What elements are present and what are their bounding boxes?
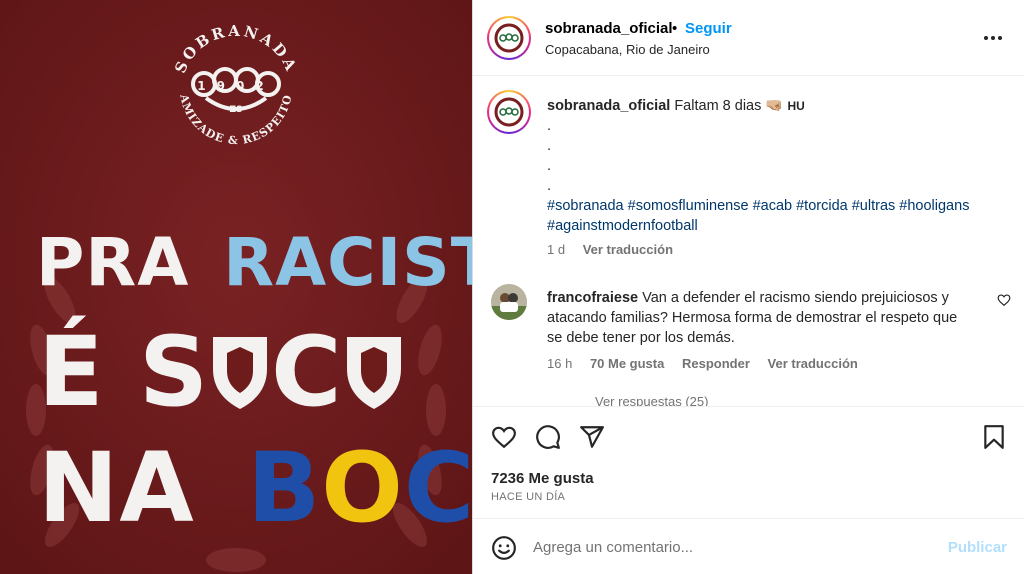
post-actions: 7236 Me gusta HACE UN DÍA [473,406,1024,518]
add-comment-bar: Publicar [473,518,1024,574]
poster-word-racista: RACISTA [223,224,472,301]
club-logo-icon [492,95,526,129]
caption-dot: . [547,118,552,134]
comment-age[interactable]: 16 h [547,356,572,371]
hashtag[interactable]: #ultras [852,198,896,214]
post-side-panel: sobranada_oficial • Seguir Copacabana, R… [472,0,1024,574]
comments-area[interactable]: sobranada_oficial Faltam 8 dias 🤜🏼 HU . … [473,76,1024,406]
hashtags: #sobranada #somosfluminense #acab #torci… [547,196,987,236]
caption-dot: . [547,138,552,154]
comment-translate-link[interactable]: Ver traducción [768,356,858,371]
poster-line-3: NA BOCA [0,432,472,544]
poster-word-pra: PRA [36,224,190,301]
comment-reply-button[interactable]: Responder [682,356,750,371]
emblem-bottom-text: AMIZADE & RESPEITO [177,92,294,147]
more-options-icon[interactable] [982,28,1004,48]
caption-dots: . . . . [547,116,987,196]
caption-dot: . [547,158,552,174]
caption-username[interactable]: sobranada_oficial [547,98,670,114]
shield-icon [346,337,401,409]
poster-letter-o: O [321,432,404,544]
emblem-year: 1902 [197,79,274,93]
header-avatar[interactable] [487,16,531,60]
shield-icon [213,337,268,409]
caption-translate-link[interactable]: Ver traducción [583,242,673,257]
poster-word-na: NA [38,432,195,544]
hashtag[interactable]: #hooligans [899,198,969,214]
user-photo-icon [491,284,527,320]
emblem-initials: ZS [229,105,242,115]
poster-letter-b: B [247,432,322,544]
post-image[interactable]: SOBRANADA AMIZADE & RESPEITO ZS 1902 PRA… [0,0,472,574]
hashtag[interactable]: #againstmodernfootball [547,218,698,234]
comment-meta: 16 h 70 Me gusta Responder Ver traducció… [547,356,872,371]
share-icon[interactable] [579,424,605,450]
comment-likes[interactable]: 70 Me gusta [590,356,664,371]
caption-meta: 1 d Ver traducción [547,242,687,257]
comment-avatar[interactable] [491,284,527,320]
bookmark-icon[interactable] [981,424,1007,450]
likes-count[interactable]: 7236 Me gusta [491,470,594,487]
svg-text:SOBRANADA: SOBRANADA [171,22,301,76]
caption-age[interactable]: 1 d [547,242,565,257]
caption-emoji: 🤜🏼 [765,98,784,114]
comment-like-heart-icon[interactable] [997,293,1011,307]
caption-dot: . [547,178,552,194]
club-logo-icon [492,21,526,55]
follow-button[interactable]: Seguir [685,20,732,37]
view-replies-button[interactable]: Ver respuestas (25) [595,394,708,406]
header-separator: • [672,20,678,37]
header-location[interactable]: Copacabana, Rio de Janeiro [545,42,710,57]
header-username[interactable]: sobranada_oficial [545,20,673,37]
heart-icon[interactable] [491,424,517,450]
caption-suffix: HU [787,99,805,113]
caption-avatar[interactable] [487,90,531,134]
post-date[interactable]: HACE UN DÍA [491,491,565,503]
caption-text: sobranada_oficial Faltam 8 dias 🤜🏼 HU . … [547,96,987,236]
comment-icon[interactable] [535,424,561,450]
caption-body: Faltam 8 dias [674,98,762,114]
emoji-icon[interactable] [491,535,517,561]
poster-line-1: PRA RACISTA [0,224,472,301]
hashtag[interactable]: #sobranada [547,198,624,214]
poster-letter-c: C [403,432,472,544]
publish-button[interactable]: Publicar [948,539,1007,556]
hashtag[interactable]: #acab [753,198,793,214]
poster-text-e-s: É S [38,316,210,428]
svg-text:AMIZADE & RESPEITO: AMIZADE & RESPEITO [177,92,295,147]
comment-input[interactable] [533,533,933,561]
emblem-top-text: SOBRANADA [171,22,298,76]
poster-line-2: É SC [0,316,472,428]
post-header: sobranada_oficial • Seguir Copacabana, R… [473,0,1024,76]
comment-username[interactable]: francofraiese [547,290,638,306]
poster-text-c: C [271,316,343,428]
comment-text: francofraiese Van a defender el racismo … [547,288,967,348]
sobranada-emblem: SOBRANADA AMIZADE & RESPEITO ZS 1902 [171,22,301,147]
hashtag[interactable]: #somosfluminense [628,198,749,214]
hashtag[interactable]: #torcida [796,198,848,214]
